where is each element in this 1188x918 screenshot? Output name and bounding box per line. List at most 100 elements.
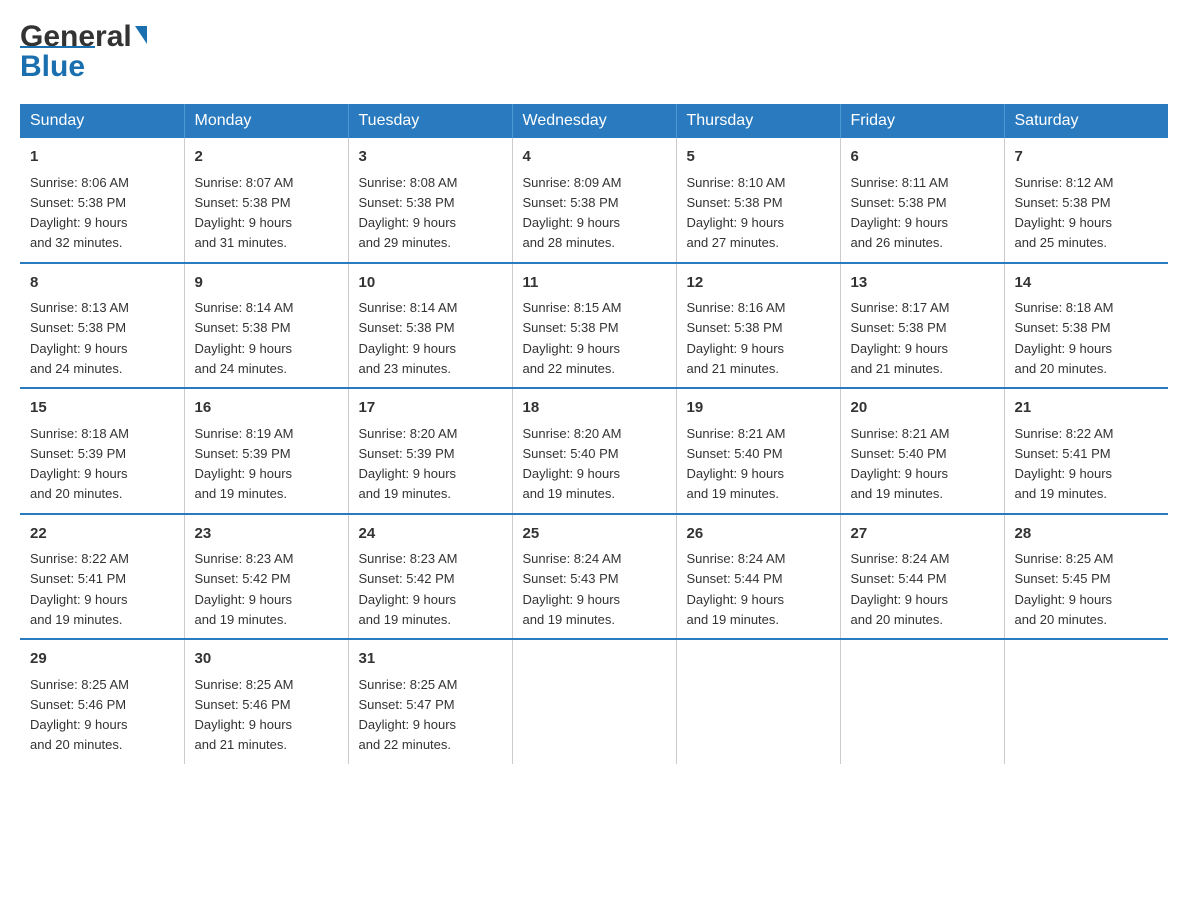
day-number: 14 <box>1015 272 1159 295</box>
day-info: Sunrise: 8:10 AMSunset: 5:38 PMDaylight:… <box>687 175 786 251</box>
day-number: 7 <box>1015 146 1159 169</box>
header-wednesday: Wednesday <box>512 104 676 138</box>
day-number: 4 <box>523 146 666 169</box>
week-row-2: 8 Sunrise: 8:13 AMSunset: 5:38 PMDaylight… <box>20 263 1168 389</box>
day-info: Sunrise: 8:24 AMSunset: 5:43 PMDaylight:… <box>523 551 622 627</box>
calendar-cell: 10Sunrise: 8:14 AMSunset: 5:38 PMDayligh… <box>348 263 512 389</box>
calendar-cell: 5 Sunrise: 8:10 AMSunset: 5:38 PMDaylight… <box>676 138 840 263</box>
calendar-table: SundayMondayTuesdayWednesdayThursdayFrid… <box>20 104 1168 764</box>
calendar-cell: 8 Sunrise: 8:13 AMSunset: 5:38 PMDaylight… <box>20 263 184 389</box>
week-row-1: 1Sunrise: 8:06 AMSunset: 5:38 PMDaylight… <box>20 138 1168 263</box>
calendar-cell: 19Sunrise: 8:21 AMSunset: 5:40 PMDayligh… <box>676 388 840 514</box>
day-number: 23 <box>195 523 338 546</box>
day-info: Sunrise: 8:15 AMSunset: 5:38 PMDaylight:… <box>523 300 622 376</box>
calendar-cell: 18 Sunrise: 8:20 AMSunset: 5:40 PMDayligh… <box>512 388 676 514</box>
day-info: Sunrise: 8:09 AMSunset: 5:38 PMDaylight:… <box>523 175 622 251</box>
calendar-cell: 2Sunrise: 8:07 AMSunset: 5:38 PMDaylight… <box>184 138 348 263</box>
day-info: Sunrise: 8:08 AMSunset: 5:38 PMDaylight:… <box>359 175 458 251</box>
day-number: 29 <box>30 648 174 671</box>
day-number: 16 <box>195 397 338 420</box>
calendar-cell: 30 Sunrise: 8:25 AMSunset: 5:46 PMDayligh… <box>184 639 348 764</box>
header-monday: Monday <box>184 104 348 138</box>
day-number: 6 <box>851 146 994 169</box>
day-number: 25 <box>523 523 666 546</box>
header-saturday: Saturday <box>1004 104 1168 138</box>
calendar-cell: 1Sunrise: 8:06 AMSunset: 5:38 PMDaylight… <box>20 138 184 263</box>
day-info: Sunrise: 8:19 AMSunset: 5:39 PMDaylight:… <box>195 426 294 502</box>
week-row-5: 29 Sunrise: 8:25 AMSunset: 5:46 PMDayligh… <box>20 639 1168 764</box>
calendar-cell <box>840 639 1004 764</box>
week-row-3: 15 Sunrise: 8:18 AMSunset: 5:39 PMDayligh… <box>20 388 1168 514</box>
day-info: Sunrise: 8:23 AMSunset: 5:42 PMDaylight:… <box>359 551 458 627</box>
day-info: Sunrise: 8:21 AMSunset: 5:40 PMDaylight:… <box>851 426 950 502</box>
calendar-cell: 31 Sunrise: 8:25 AMSunset: 5:47 PMDayligh… <box>348 639 512 764</box>
day-info: Sunrise: 8:20 AMSunset: 5:39 PMDaylight:… <box>359 426 458 502</box>
calendar-cell: 29 Sunrise: 8:25 AMSunset: 5:46 PMDayligh… <box>20 639 184 764</box>
header-thursday: Thursday <box>676 104 840 138</box>
day-info: Sunrise: 8:25 AMSunset: 5:45 PMDaylight:… <box>1015 551 1114 627</box>
day-number: 20 <box>851 397 994 420</box>
calendar-cell: 14 Sunrise: 8:18 AMSunset: 5:38 PMDayligh… <box>1004 263 1168 389</box>
day-number: 31 <box>359 648 502 671</box>
calendar-cell: 20 Sunrise: 8:21 AMSunset: 5:40 PMDayligh… <box>840 388 1004 514</box>
day-info: Sunrise: 8:24 AMSunset: 5:44 PMDaylight:… <box>687 551 786 627</box>
calendar-cell: 7 Sunrise: 8:12 AMSunset: 5:38 PMDaylight… <box>1004 138 1168 263</box>
header-tuesday: Tuesday <box>348 104 512 138</box>
calendar-cell: 13 Sunrise: 8:17 AMSunset: 5:38 PMDayligh… <box>840 263 1004 389</box>
day-number: 19 <box>687 397 830 420</box>
calendar-header-row: SundayMondayTuesdayWednesdayThursdayFrid… <box>20 104 1168 138</box>
calendar-cell <box>1004 639 1168 764</box>
logo: General Blue <box>20 20 147 84</box>
calendar-cell: 21Sunrise: 8:22 AMSunset: 5:41 PMDayligh… <box>1004 388 1168 514</box>
day-number: 30 <box>195 648 338 671</box>
day-number: 24 <box>359 523 502 546</box>
day-number: 2 <box>195 146 338 169</box>
calendar-cell: 26 Sunrise: 8:24 AMSunset: 5:44 PMDayligh… <box>676 514 840 640</box>
week-row-4: 22Sunrise: 8:22 AMSunset: 5:41 PMDayligh… <box>20 514 1168 640</box>
calendar-cell: 25 Sunrise: 8:24 AMSunset: 5:43 PMDayligh… <box>512 514 676 640</box>
day-info: Sunrise: 8:20 AMSunset: 5:40 PMDaylight:… <box>523 426 622 502</box>
day-number: 28 <box>1015 523 1159 546</box>
day-info: Sunrise: 8:17 AMSunset: 5:38 PMDaylight:… <box>851 300 950 376</box>
calendar-cell: 3 Sunrise: 8:08 AMSunset: 5:38 PMDaylight… <box>348 138 512 263</box>
calendar-cell: 23 Sunrise: 8:23 AMSunset: 5:42 PMDayligh… <box>184 514 348 640</box>
day-info: Sunrise: 8:25 AMSunset: 5:47 PMDaylight:… <box>359 677 458 753</box>
calendar-cell: 24 Sunrise: 8:23 AMSunset: 5:42 PMDayligh… <box>348 514 512 640</box>
day-info: Sunrise: 8:14 AMSunset: 5:38 PMDaylight:… <box>195 300 294 376</box>
header-friday: Friday <box>840 104 1004 138</box>
day-number: 26 <box>687 523 830 546</box>
day-info: Sunrise: 8:25 AMSunset: 5:46 PMDaylight:… <box>195 677 294 753</box>
day-info: Sunrise: 8:06 AMSunset: 5:38 PMDaylight:… <box>30 175 129 251</box>
calendar-cell: 22Sunrise: 8:22 AMSunset: 5:41 PMDayligh… <box>20 514 184 640</box>
logo-blue: Blue <box>20 46 95 84</box>
calendar-cell: 12Sunrise: 8:16 AMSunset: 5:38 PMDayligh… <box>676 263 840 389</box>
day-info: Sunrise: 8:23 AMSunset: 5:42 PMDaylight:… <box>195 551 294 627</box>
calendar-cell: 11 Sunrise: 8:15 AMSunset: 5:38 PMDayligh… <box>512 263 676 389</box>
day-number: 3 <box>359 146 502 169</box>
day-number: 11 <box>523 272 666 295</box>
day-info: Sunrise: 8:18 AMSunset: 5:38 PMDaylight:… <box>1015 300 1114 376</box>
day-number: 17 <box>359 397 502 420</box>
calendar-cell: 28 Sunrise: 8:25 AMSunset: 5:45 PMDayligh… <box>1004 514 1168 640</box>
calendar-cell: 16 Sunrise: 8:19 AMSunset: 5:39 PMDayligh… <box>184 388 348 514</box>
day-number: 8 <box>30 272 174 295</box>
calendar-cell <box>676 639 840 764</box>
day-info: Sunrise: 8:12 AMSunset: 5:38 PMDaylight:… <box>1015 175 1114 251</box>
day-info: Sunrise: 8:22 AMSunset: 5:41 PMDaylight:… <box>30 551 129 627</box>
day-info: Sunrise: 8:25 AMSunset: 5:46 PMDaylight:… <box>30 677 129 753</box>
day-number: 9 <box>195 272 338 295</box>
calendar-cell: 9 Sunrise: 8:14 AMSunset: 5:38 PMDaylight… <box>184 263 348 389</box>
day-info: Sunrise: 8:18 AMSunset: 5:39 PMDaylight:… <box>30 426 129 502</box>
day-number: 13 <box>851 272 994 295</box>
calendar-cell: 17 Sunrise: 8:20 AMSunset: 5:39 PMDayligh… <box>348 388 512 514</box>
day-info: Sunrise: 8:13 AMSunset: 5:38 PMDaylight:… <box>30 300 129 376</box>
logo-triangle-icon <box>135 26 147 44</box>
day-number: 18 <box>523 397 666 420</box>
day-info: Sunrise: 8:24 AMSunset: 5:44 PMDaylight:… <box>851 551 950 627</box>
day-number: 5 <box>687 146 830 169</box>
day-info: Sunrise: 8:14 AMSunset: 5:38 PMDaylight:… <box>359 300 458 376</box>
day-number: 15 <box>30 397 174 420</box>
day-number: 21 <box>1015 397 1159 420</box>
header-sunday: Sunday <box>20 104 184 138</box>
day-number: 27 <box>851 523 994 546</box>
